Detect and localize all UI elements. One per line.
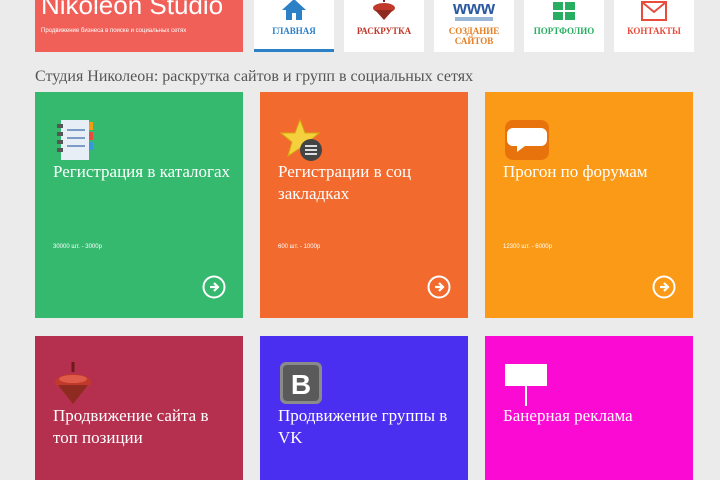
home-icon xyxy=(282,0,306,20)
tile-title: Прогон по форумам xyxy=(503,162,648,181)
tile-vk-promotion[interactable]: B Продвижение группы в VK xyxy=(260,336,468,480)
notebook-icon xyxy=(57,120,93,160)
www-icon: www xyxy=(452,0,496,21)
tile-price: 600 шт. - 1000р xyxy=(278,244,321,250)
tile-banner-ads[interactable]: Банерная реклама xyxy=(485,336,693,480)
mail-icon xyxy=(641,1,667,21)
tile-title: Продвижение сайта в топ позиции xyxy=(53,406,209,447)
tile-site-promotion[interactable]: Продвижение сайта в топ позиции xyxy=(35,336,243,480)
nav-item-home[interactable]: ГЛАВНАЯ xyxy=(254,0,334,52)
tile-title: Продвижение группы в VK xyxy=(278,406,448,447)
nav-item-portfolio[interactable]: ПОРТФОЛИО xyxy=(524,0,604,52)
tile-social-bookmarks[interactable]: Регистрации в соц закладках 600 шт. - 10… xyxy=(260,92,468,318)
nav-item-websites[interactable]: www СОЗДАНИЕ САЙТОВ xyxy=(434,0,514,52)
vk-icon: B xyxy=(280,362,322,404)
nav-item-promotion[interactable]: РАСКРУТКА xyxy=(344,0,424,52)
arrow-right-icon[interactable] xyxy=(202,275,226,299)
spinning-top-icon xyxy=(55,362,91,404)
nav-label-contacts: КОНТАКТЫ xyxy=(627,26,681,36)
nav-item-contacts[interactable]: КОНТАКТЫ xyxy=(614,0,694,52)
tile-price: 30000 шт. - 3000р xyxy=(53,244,102,250)
page-heading: Студия Николеон: раскрутка сайтов и груп… xyxy=(35,68,474,85)
logo-subtitle: Продвижение бизнеса в поиске и социальны… xyxy=(41,28,187,34)
arrow-right-icon[interactable] xyxy=(652,275,676,299)
spinning-top-icon xyxy=(373,0,395,20)
grid-icon xyxy=(553,2,575,20)
svg-text:B: B xyxy=(291,369,311,400)
nav-label-websites: СОЗДАНИЕ САЙТОВ xyxy=(448,26,500,46)
logo-title: Nikoleon Studio xyxy=(41,0,224,20)
nav-label-home: ГЛАВНАЯ xyxy=(272,26,316,36)
tile-title: Банерная реклама xyxy=(503,406,633,425)
tile-catalog-registration[interactable]: Регистрация в каталогах 30000 шт. - 3000… xyxy=(35,92,243,318)
tile-title: Регистрация в каталогах xyxy=(53,162,231,181)
arrow-right-icon[interactable] xyxy=(427,275,451,299)
svg-text:www: www xyxy=(452,0,496,18)
banner-icon xyxy=(505,364,547,406)
speech-bubble-icon xyxy=(505,120,549,160)
tile-price: 12300 шт. - 6000р xyxy=(503,244,552,250)
tile-title: Регистрации в соц закладках xyxy=(278,162,412,203)
tile-forum-run[interactable]: Прогон по форумам 12300 шт. - 6000р xyxy=(485,92,693,318)
star-icon xyxy=(280,118,322,161)
nav-label-portfolio: ПОРТФОЛИО xyxy=(533,26,595,36)
logo[interactable]: Nikoleon Studio Продвижение бизнеса в по… xyxy=(35,0,243,52)
nav-label-promotion: РАСКРУТКА xyxy=(356,26,412,36)
